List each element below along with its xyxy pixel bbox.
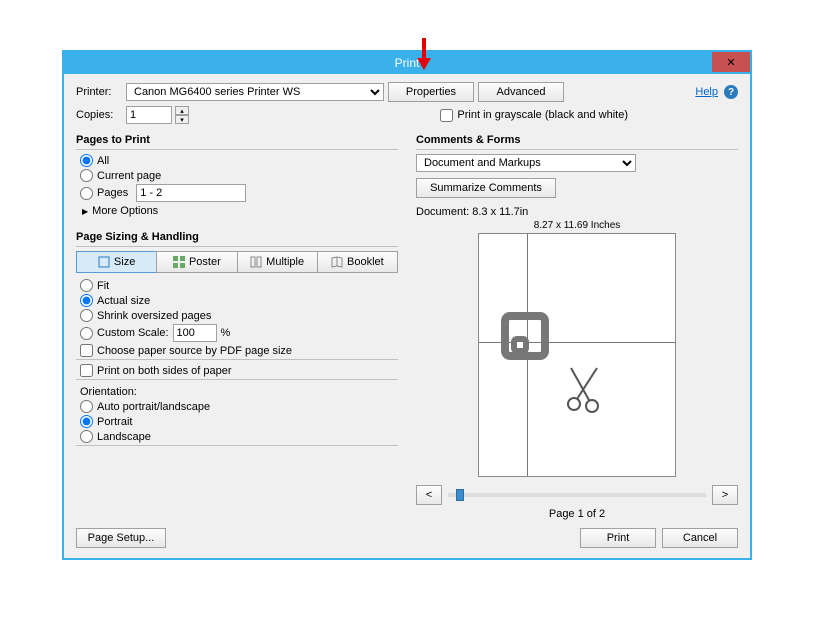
callout-arrow xyxy=(417,38,431,74)
booklet-tab[interactable]: Booklet xyxy=(317,251,398,273)
preview-dimensions: 8.27 x 11.69 Inches xyxy=(534,220,621,231)
preview-logo-icon xyxy=(501,312,549,360)
orientation-label: Orientation: xyxy=(76,384,398,398)
custom-scale-input[interactable] xyxy=(173,324,217,342)
pages-radio[interactable] xyxy=(80,187,93,200)
poster-icon xyxy=(173,256,185,268)
size-tab[interactable]: Size xyxy=(76,251,157,273)
portrait-radio[interactable] xyxy=(80,415,93,428)
page-slider[interactable] xyxy=(448,493,706,497)
multiple-icon xyxy=(250,256,262,268)
custom-scale-label: Custom Scale: xyxy=(97,327,169,339)
comments-forms-select[interactable]: Document and Markups xyxy=(416,154,636,172)
more-options-label: More Options xyxy=(92,205,158,217)
copies-label: Copies: xyxy=(76,109,122,121)
close-button[interactable]: ✕ xyxy=(712,52,750,72)
prev-page-button[interactable]: < xyxy=(416,485,442,505)
copies-spinner[interactable]: ▴ ▾ xyxy=(175,106,189,124)
fit-label: Fit xyxy=(97,280,109,292)
cancel-button[interactable]: Cancel xyxy=(662,528,738,548)
triangle-right-icon: ▶ xyxy=(82,207,88,216)
help-icon[interactable]: ? xyxy=(724,85,738,99)
print-dialog: Print ✕ Printer: Canon MG6400 series Pri… xyxy=(62,50,752,560)
page-setup-button[interactable]: Page Setup... xyxy=(76,528,166,548)
help-link[interactable]: Help xyxy=(695,86,718,98)
percent-label: % xyxy=(221,327,231,339)
pages-label: Pages xyxy=(97,187,128,199)
choose-paper-label: Choose paper source by PDF page size xyxy=(97,345,292,357)
advanced-button[interactable]: Advanced xyxy=(478,82,564,102)
grayscale-checkbox[interactable] xyxy=(440,109,453,122)
scissors-icon xyxy=(565,364,605,414)
shrink-radio[interactable] xyxy=(80,309,93,322)
both-sides-label: Print on both sides of paper xyxy=(97,365,232,377)
summarize-comments-button[interactable]: Summarize Comments xyxy=(416,178,556,198)
spin-up-icon[interactable]: ▴ xyxy=(175,106,189,115)
grayscale-label: Print in grayscale (black and white) xyxy=(457,109,628,121)
multiple-tab[interactable]: Multiple xyxy=(237,251,318,273)
auto-orient-label: Auto portrait/landscape xyxy=(97,401,210,413)
actual-size-radio[interactable] xyxy=(80,294,93,307)
auto-orient-radio[interactable] xyxy=(80,400,93,413)
dialog-content: Printer: Canon MG6400 series Printer WS … xyxy=(64,74,750,558)
print-preview xyxy=(478,233,676,477)
current-page-label: Current page xyxy=(97,170,161,182)
window-title: Print xyxy=(395,56,420,70)
more-options-toggle[interactable]: ▶ More Options xyxy=(82,205,398,217)
size-icon xyxy=(98,256,110,268)
shrink-label: Shrink oversized pages xyxy=(97,310,211,322)
comments-forms-title: Comments & Forms xyxy=(416,134,738,146)
booklet-icon xyxy=(331,256,343,268)
page-indicator: Page 1 of 2 xyxy=(549,508,605,520)
current-page-radio[interactable] xyxy=(80,169,93,182)
pages-to-print-title: Pages to Print xyxy=(76,134,398,146)
sizing-title: Page Sizing & Handling xyxy=(76,231,398,243)
properties-button[interactable]: Properties xyxy=(388,82,474,102)
close-icon: ✕ xyxy=(726,56,735,69)
printer-label: Printer: xyxy=(76,86,122,98)
pages-input[interactable] xyxy=(136,184,246,202)
titlebar: Print ✕ xyxy=(64,52,750,74)
landscape-label: Landscape xyxy=(97,431,151,443)
all-label: All xyxy=(97,155,109,167)
copies-input[interactable] xyxy=(126,106,172,124)
poster-tab[interactable]: Poster xyxy=(156,251,237,273)
printer-select[interactable]: Canon MG6400 series Printer WS xyxy=(126,83,384,101)
all-radio[interactable] xyxy=(80,154,93,167)
portrait-label: Portrait xyxy=(97,416,132,428)
spin-down-icon[interactable]: ▾ xyxy=(175,115,189,124)
print-button[interactable]: Print xyxy=(580,528,656,548)
landscape-radio[interactable] xyxy=(80,430,93,443)
next-page-button[interactable]: > xyxy=(712,485,738,505)
document-dimensions: Document: 8.3 x 11.7in xyxy=(416,206,738,218)
sizing-segmented: Size Poster Multiple Booklet xyxy=(76,251,398,273)
both-sides-checkbox[interactable] xyxy=(80,364,93,377)
choose-paper-checkbox[interactable] xyxy=(80,344,93,357)
actual-size-label: Actual size xyxy=(97,295,150,307)
custom-scale-radio[interactable] xyxy=(80,327,93,340)
fit-radio[interactable] xyxy=(80,279,93,292)
